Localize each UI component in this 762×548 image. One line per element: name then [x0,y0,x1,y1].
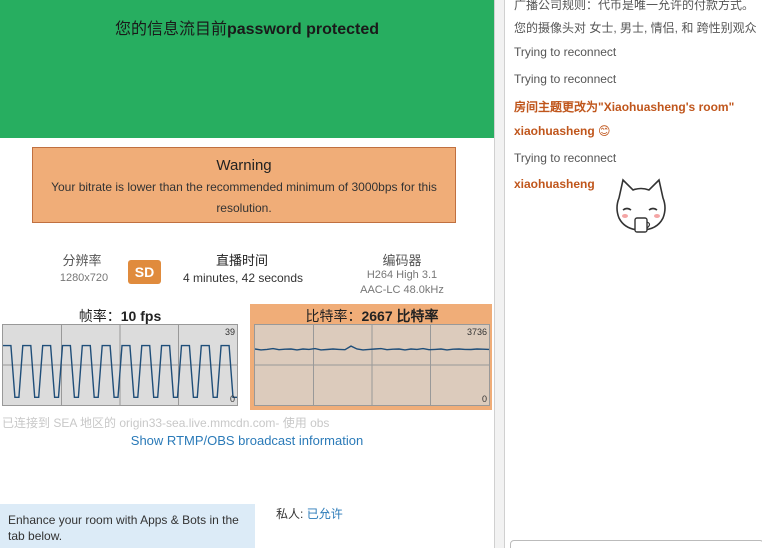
fps-chart-title: 帧率：10 fps [2,306,238,326]
encoder-label: 编码器 [382,253,422,268]
chat-user-message[interactable]: xiaohuasheng 😊 [514,124,611,138]
private-label: 私人: [276,507,304,521]
warning-title: Warning [216,157,272,174]
panel-divider[interactable] [494,0,505,548]
chat-message: Trying to reconnect [514,151,617,165]
live-time-value: 4 minutes, 42 seconds [182,271,304,285]
stream-status-text: 您的信息流目前password protected [0,15,494,39]
resolution-value: 1280x720 [59,272,109,284]
fps-axis-max: 39 [224,327,235,337]
bitrate-chart: 3736 0 [254,324,490,406]
encoder-video: H264 High 3.1 [366,269,438,281]
chat-message: 广播公司规则：代币是唯一允许的付款方式。 [514,0,755,12]
chat-message: Trying to reconnect [514,45,617,59]
cat-sticker-icon [616,178,666,233]
chat-user-message[interactable]: xiaohuasheng [514,177,595,191]
rtmp-info-link[interactable]: Show RTMP/OBS broadcast information [0,433,494,448]
apps-bots-notice: Enhance your room with Apps & Bots in th… [0,504,255,548]
private-value-link[interactable]: 已允许 [307,507,343,521]
resolution-label: 分辨率 [62,253,102,268]
fps-chart-svg [3,325,237,405]
fps-chart: 39 0 [2,324,238,406]
bitrate-label: 比特率： [305,308,362,324]
chat-message: 您的摄像头对 女士, 男士, 情侣, 和 跨性别观众 [514,21,757,35]
broadcast-panel: 您的信息流目前password protected Warning Your b… [0,0,494,548]
status-value: password protected [226,21,380,38]
live-time-label: 直播时间 [215,253,268,268]
chat-message: Trying to reconnect [514,72,617,86]
bitrate-axis-min: 0 [481,394,487,404]
warning-message: Your bitrate is lower than the recommend… [51,180,437,215]
chat-panel: 广播公司规则：代币是唯一允许的付款方式。 您的摄像头对 女士, 男士, 情侣, … [505,0,762,548]
chat-input[interactable] [510,540,762,548]
bitrate-value: 2667 比特率 [361,308,439,324]
connection-info: 已连接到 SEA 地区的 origin33-sea.live.mmcdn.com… [2,416,330,430]
bitrate-chart-title: 比特率：2667 比特率 [254,306,490,326]
private-show-setting: 私人: 已允许 [276,505,343,522]
encoder-audio: AAC-LC 48.0kHz [360,284,444,296]
status-prefix: 您的信息流目前 [114,21,227,38]
bitrate-axis-max: 3736 [466,327,487,337]
quality-badge: SD [128,260,161,284]
bitrate-warning: Warning Your bitrate is lower than the r… [32,147,456,223]
chat-topic-change: 房间主题更改为"Xiaohuasheng's room" [514,100,735,114]
stream-status-banner: 您的信息流目前password protected [0,0,494,138]
fps-value: 10 fps [120,308,162,324]
fps-label: 帧率： [78,308,121,324]
fps-axis-min: 0 [229,394,235,404]
bitrate-chart-svg [254,325,490,405]
